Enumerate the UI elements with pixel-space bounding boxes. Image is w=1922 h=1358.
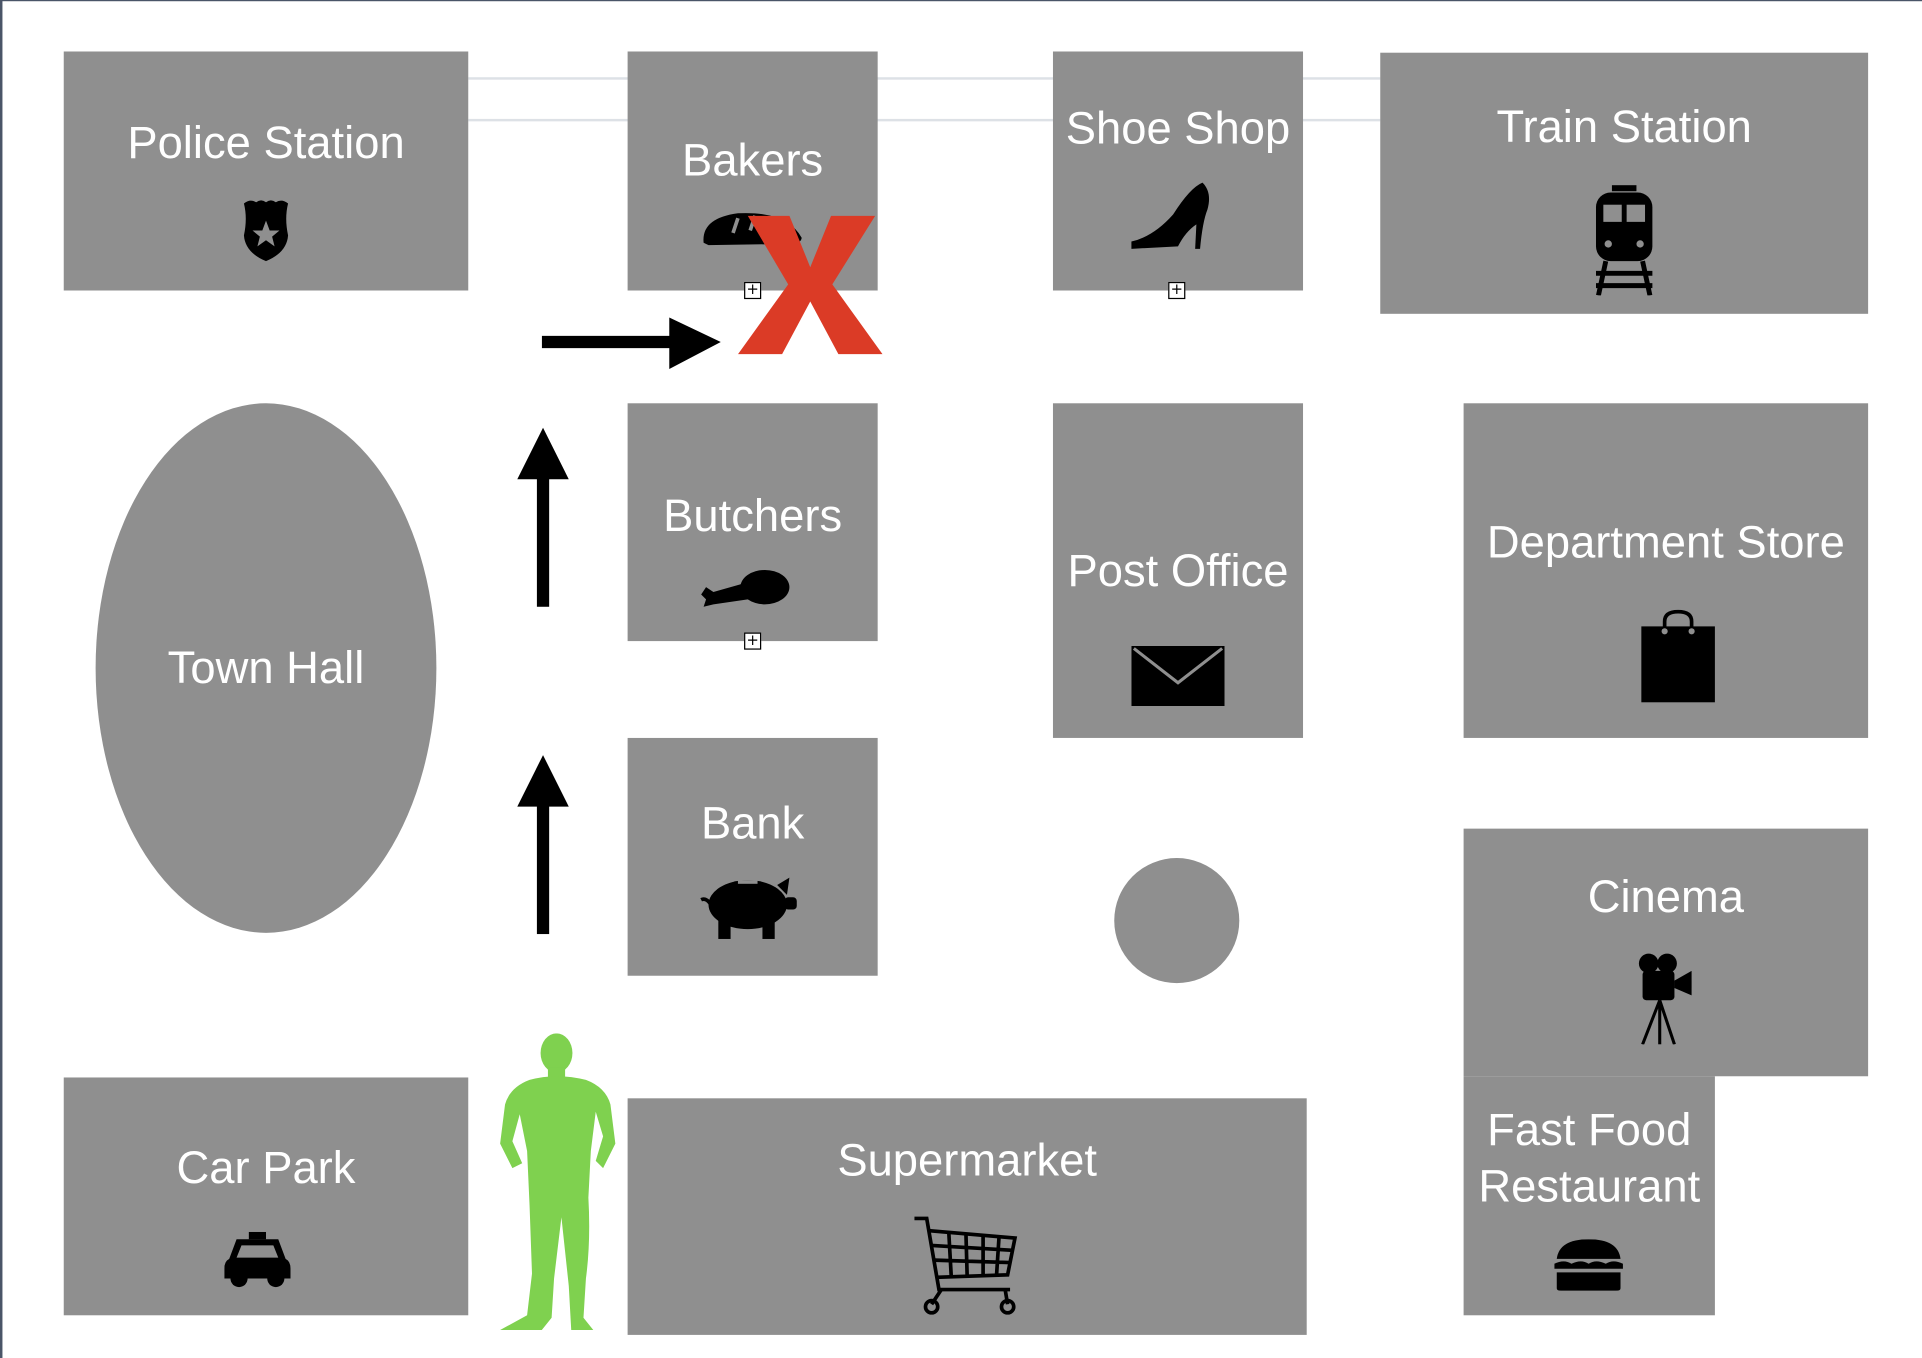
cinema-label: Cinema xyxy=(1587,871,1745,922)
expand-icon[interactable]: + xyxy=(1168,281,1186,300)
town-map: Police Station Bakers + Shoe Shop + Trai… xyxy=(0,0,1922,1358)
bank-label: Bank xyxy=(700,797,805,849)
shoe-shop-label: Shoe Shop xyxy=(1065,102,1291,154)
department-store-label: Department Store xyxy=(1486,517,1845,568)
person-figure-icon xyxy=(500,1033,616,1330)
train-station-label: Train Station xyxy=(1496,101,1752,152)
police-station[interactable]: Police Station xyxy=(63,51,469,291)
butchers-label: Butchers xyxy=(663,490,843,541)
police-station-label: Police Station xyxy=(127,117,405,168)
arrow-up-icon xyxy=(517,755,569,935)
fast-food-label-line: Fast Food Restaurant xyxy=(1478,1104,1701,1212)
piggy-bank-icon xyxy=(700,877,797,939)
expand-icon[interactable]: + xyxy=(744,632,762,650)
police-badge-icon xyxy=(243,200,289,262)
train-icon xyxy=(1595,185,1653,296)
cross-mark-icon xyxy=(737,215,883,355)
high-heel-icon xyxy=(1131,182,1210,249)
town-hall-label: Town Hall xyxy=(167,642,365,693)
fast-food-restaurant[interactable]: Fast Food Restaurant xyxy=(1463,1076,1715,1316)
arrow-right-icon xyxy=(541,317,721,369)
post-office[interactable]: Post Office xyxy=(1052,403,1304,738)
train-station[interactable]: Train Station xyxy=(1380,52,1869,314)
burger-icon xyxy=(1554,1239,1623,1291)
cinema[interactable]: Cinema xyxy=(1463,828,1869,1077)
bank[interactable]: Bank xyxy=(627,737,878,976)
town-hall[interactable]: Town Hall xyxy=(95,403,437,933)
department-store[interactable]: Department Store xyxy=(1463,403,1869,738)
shopping-bag-icon xyxy=(1641,609,1715,703)
post-office-label: Post Office xyxy=(1067,545,1289,596)
drumstick-icon xyxy=(701,569,790,607)
car-park[interactable]: Car Park xyxy=(63,1077,469,1316)
car-park-label: Car Park xyxy=(176,1142,356,1193)
bakers-label: Bakers xyxy=(682,134,824,186)
shopping-cart-icon xyxy=(914,1216,1018,1315)
movie-camera-icon xyxy=(1638,953,1692,1045)
supermarket[interactable]: Supermarket xyxy=(627,1098,1307,1335)
shoe-shop[interactable]: Shoe Shop xyxy=(1052,51,1304,291)
envelope-icon xyxy=(1131,645,1225,707)
car-icon xyxy=(224,1231,291,1288)
unlabeled-circle[interactable] xyxy=(1114,858,1240,984)
arrow-up-icon xyxy=(517,427,569,607)
butchers[interactable]: Butchers xyxy=(627,403,878,642)
supermarket-label: Supermarket xyxy=(837,1135,1097,1186)
